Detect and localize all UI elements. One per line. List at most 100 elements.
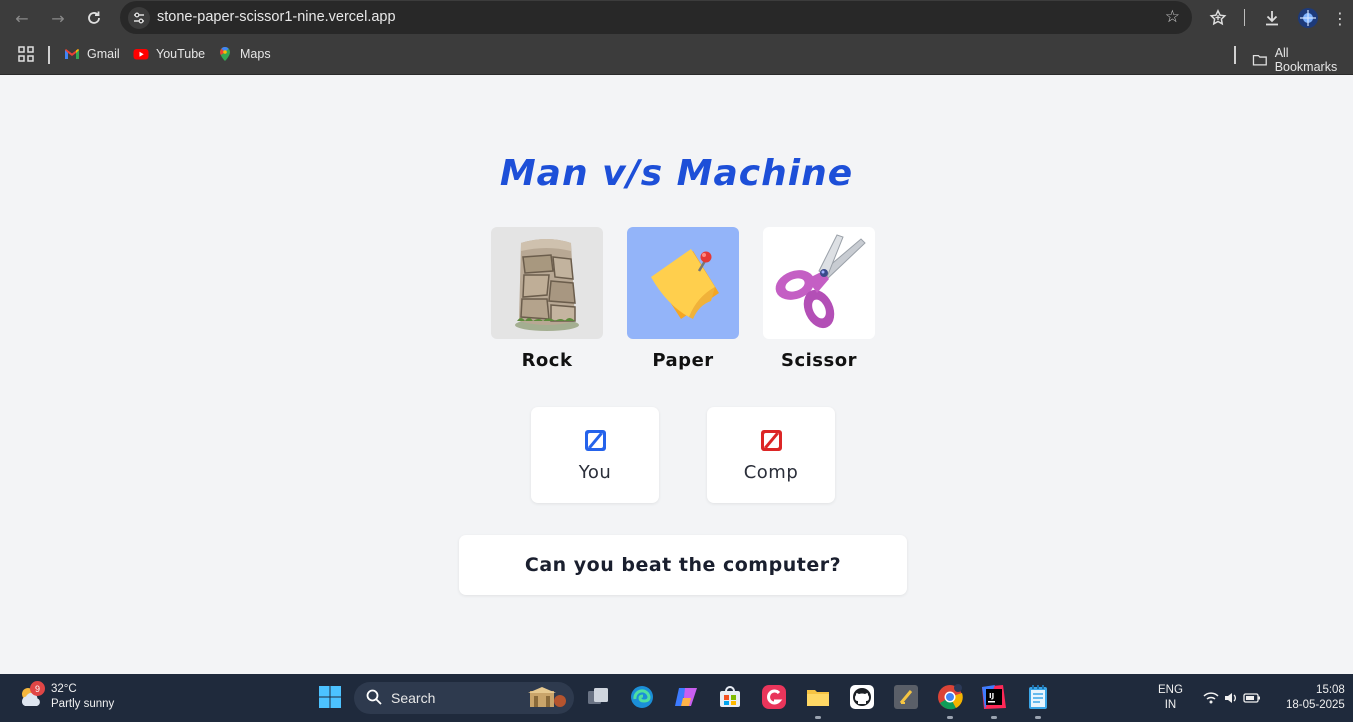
page-title: Man v/s Machine: [499, 153, 854, 194]
taskbar-file-explorer[interactable]: [804, 683, 832, 719]
rock-image[interactable]: [491, 227, 603, 339]
maps-pin-icon: [220, 47, 230, 61]
game-page: Man v/s Machine Rock Paper Scissor You C…: [0, 75, 1353, 674]
bookmark-label: Maps: [240, 47, 271, 61]
scissors-icon: [775, 234, 866, 329]
apps-grid-icon[interactable]: [18, 46, 34, 62]
choice-label: Rock: [521, 350, 573, 371]
all-bookmarks-label: All Bookmarks: [1274, 46, 1338, 74]
bookmark-label: Gmail: [87, 47, 120, 61]
taskbar-github[interactable]: [848, 683, 876, 711]
partly-sunny-icon: 9: [18, 681, 45, 710]
choice-label: Paper: [652, 350, 714, 371]
search-highlight-icon: [528, 687, 566, 707]
bookmarks-bar: Gmail YouTube Maps All Bookmarks: [0, 35, 1353, 75]
github-icon: [850, 685, 874, 709]
menu-kebab-icon[interactable]: ⋮: [1331, 6, 1349, 30]
dev-tool-icon: [894, 685, 918, 709]
running-indicator: [815, 716, 821, 719]
taskbar-store[interactable]: [716, 683, 744, 711]
scissor-image[interactable]: [763, 227, 875, 339]
you-score-icon: [584, 430, 606, 451]
language-line2: IN: [1164, 699, 1177, 711]
all-bookmarks-button[interactable]: All Bookmarks: [1252, 46, 1353, 74]
folder-icon: [807, 690, 829, 706]
weather-temp: 32°C: [51, 683, 77, 695]
rock-stone-icon: [515, 239, 579, 331]
choice-label: Scissor: [781, 350, 857, 371]
site-settings-icon[interactable]: [128, 7, 150, 29]
windows-logo-icon: [319, 686, 341, 708]
paper-image[interactable]: [627, 227, 739, 339]
clock[interactable]: 15:08 18-05-2025: [1286, 683, 1345, 713]
search-icon: [366, 689, 384, 707]
taskbar-app-dev[interactable]: [892, 683, 920, 711]
app-g-icon: [762, 685, 786, 709]
choice-rock[interactable]: Rock: [491, 227, 603, 371]
bookmark-label: YouTube: [156, 47, 206, 61]
profile-avatar-icon[interactable]: [1296, 6, 1320, 30]
sticky-note-icon: [651, 249, 719, 319]
taskbar-intellij[interactable]: IJ: [980, 683, 1008, 719]
language-line1: ENG: [1158, 684, 1183, 696]
bookmark-maps[interactable]: Maps: [217, 46, 271, 62]
taskbar-app-g[interactable]: [760, 683, 788, 711]
extensions-icon[interactable]: [1206, 6, 1230, 30]
gmail-icon: [65, 49, 79, 59]
browser-chrome: ← → stone-paper-scissor1-nine.vercel.app…: [0, 0, 1353, 75]
comp-score-icon: [760, 430, 782, 451]
copilot-icon: [675, 688, 697, 706]
intellij-icon: IJ: [982, 685, 1006, 709]
taskbar: 9 32°C Partly sunny Search IJ ENG IN 15:…: [0, 674, 1353, 722]
bookmark-gmail[interactable]: Gmail: [64, 46, 120, 62]
task-view-icon: [588, 688, 608, 704]
store-icon: [720, 686, 740, 707]
choice-paper[interactable]: Paper: [627, 227, 739, 371]
you-label: You: [578, 462, 612, 483]
taskbar-copilot[interactable]: [672, 683, 700, 711]
running-indicator: [947, 716, 953, 719]
url-text[interactable]: stone-paper-scissor1-nine.vercel.app: [157, 9, 396, 25]
back-icon[interactable]: ←: [10, 6, 34, 30]
wifi-icon: [1203, 692, 1219, 704]
chrome-icon: [938, 684, 963, 710]
taskbar-edge[interactable]: [628, 683, 656, 711]
toolbar-divider: [1244, 9, 1245, 26]
language-indicator[interactable]: ENG IN: [1158, 683, 1183, 713]
svg-text:IJ: IJ: [989, 692, 994, 700]
clock-time: 15:08: [1316, 684, 1345, 696]
youtube-icon: [133, 49, 149, 60]
bookmark-star-icon[interactable]: ☆: [1165, 7, 1180, 27]
volume-icon: [1225, 693, 1236, 703]
taskbar-notepad[interactable]: [1024, 683, 1052, 719]
edge-icon: [631, 686, 653, 708]
taskbar-search[interactable]: Search: [354, 682, 574, 714]
notepad-icon: [1029, 685, 1047, 709]
weather-widget[interactable]: 9 32°C Partly sunny: [18, 681, 115, 712]
running-indicator: [991, 716, 997, 719]
weather-badge: 9: [30, 681, 45, 696]
task-view-button[interactable]: [584, 683, 612, 711]
reload-icon[interactable]: [82, 6, 106, 30]
toolbar: ← → stone-paper-scissor1-nine.vercel.app…: [0, 0, 1353, 35]
download-icon[interactable]: [1260, 6, 1284, 30]
weather-desc: Partly sunny: [51, 698, 115, 710]
folder-icon: [1252, 54, 1267, 66]
battery-icon: [1243, 693, 1260, 703]
you-score-card: You: [531, 407, 659, 503]
taskbar-chrome[interactable]: [936, 683, 964, 719]
status-message: Can you beat the computer?: [459, 535, 907, 595]
choice-scissor[interactable]: Scissor: [763, 227, 875, 371]
bookmarks-divider: [48, 46, 50, 64]
forward-icon[interactable]: →: [46, 6, 70, 30]
start-button[interactable]: [316, 683, 344, 711]
comp-label: Comp: [743, 462, 799, 483]
address-bar[interactable]: stone-paper-scissor1-nine.vercel.app ☆: [120, 1, 1192, 34]
bookmark-youtube[interactable]: YouTube: [133, 46, 205, 62]
comp-score-card: Comp: [707, 407, 835, 503]
system-tray-icons[interactable]: [1202, 689, 1262, 712]
clock-date: 18-05-2025: [1286, 699, 1345, 711]
bookmarks-divider: [1234, 46, 1236, 64]
search-placeholder: Search: [391, 690, 436, 706]
running-indicator: [1035, 716, 1041, 719]
